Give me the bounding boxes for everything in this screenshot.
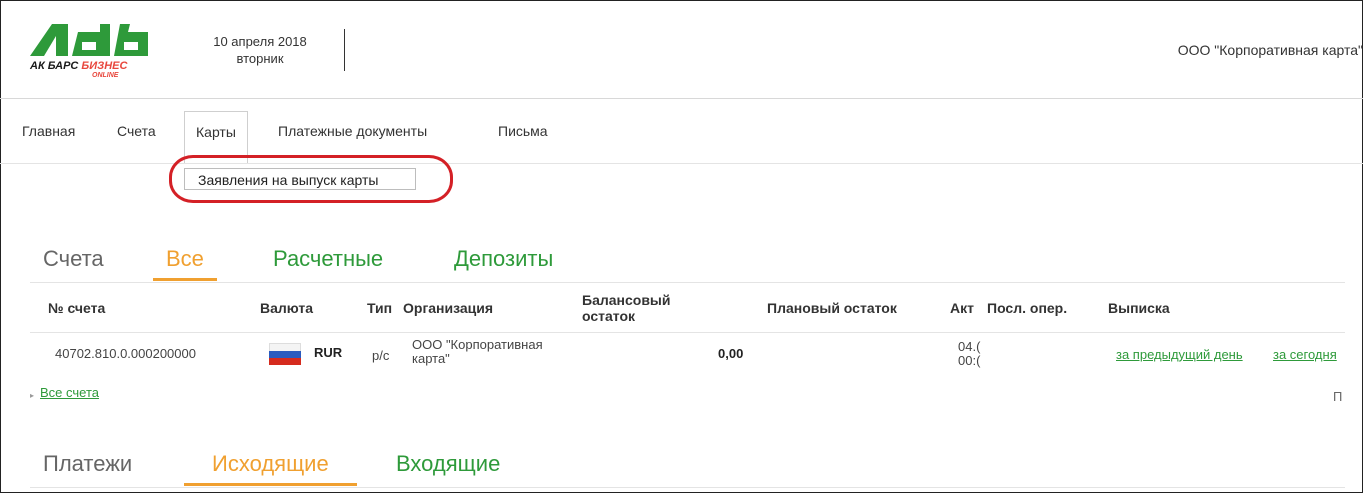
nav-item-home[interactable]: Главная bbox=[22, 123, 75, 139]
currency-code: RUR bbox=[314, 345, 343, 360]
table-header-divider bbox=[30, 332, 1345, 333]
all-accounts-link[interactable]: Все счета bbox=[40, 386, 99, 400]
col-header-type[interactable]: Тип bbox=[367, 300, 399, 316]
russia-flag-icon bbox=[269, 343, 301, 365]
col-header-organization[interactable]: Организация bbox=[403, 300, 493, 316]
col-header-statement[interactable]: Выписка bbox=[1108, 300, 1170, 316]
tab-deposits[interactable]: Депозиты bbox=[454, 246, 553, 272]
act-date: 04.( bbox=[958, 339, 981, 354]
tab-incoming[interactable]: Входящие bbox=[396, 451, 500, 477]
tab-all[interactable]: Все bbox=[153, 246, 217, 281]
tab-outgoing[interactable]: Исходящие bbox=[184, 451, 357, 486]
accounts-section-title: Счета bbox=[43, 246, 104, 271]
account-number[interactable]: 40702.810.0.000200000 bbox=[55, 347, 196, 361]
accounts-tabs: Счета Все Расчетные Депозиты bbox=[30, 246, 1345, 283]
date-block: 10 апреля 2018 вторник bbox=[195, 33, 325, 67]
act-time: 00:( bbox=[958, 353, 981, 368]
current-weekday: вторник bbox=[236, 51, 284, 66]
header-divider bbox=[344, 29, 345, 71]
nav-item-payment-documents[interactable]: Платежные документы bbox=[278, 123, 427, 139]
bullet-icon: ▸ bbox=[30, 391, 35, 400]
col-header-currency[interactable]: Валюта bbox=[260, 300, 313, 316]
current-date: 10 апреля 2018 bbox=[213, 34, 307, 49]
bank-logo[interactable]: АК БАРС БИЗНЕС ONLINE bbox=[30, 22, 150, 92]
menu-item-card-issue-applications[interactable]: Заявления на выпуск карты bbox=[184, 168, 416, 190]
logo-mark-icon bbox=[30, 24, 148, 56]
col-header-act[interactable]: Акт bbox=[950, 300, 974, 316]
main-nav: Главная Счета Карты Платежные документы … bbox=[0, 99, 1363, 164]
right-edge-marker: П bbox=[1333, 389, 1343, 404]
header: АК БАРС БИЗНЕС ONLINE 10 апреля 2018 вто… bbox=[0, 0, 1363, 99]
col-header-account-number[interactable]: № счета bbox=[48, 300, 105, 316]
payments-tabs: Платежи Исходящие Входящие bbox=[30, 451, 1345, 488]
col-header-balance[interactable]: Балансовый остаток bbox=[582, 292, 712, 324]
logo-subtitle: ONLINE bbox=[92, 72, 119, 79]
statement-today-link[interactable]: за сегодня bbox=[1273, 348, 1345, 362]
nav-item-cards[interactable]: Карты bbox=[184, 111, 248, 163]
organization-cell: ООО "Корпоративная карта" bbox=[412, 337, 543, 366]
nav-item-accounts[interactable]: Счета bbox=[117, 123, 156, 139]
col-header-planned-balance[interactable]: Плановый остаток bbox=[767, 300, 897, 316]
tab-settlement[interactable]: Расчетные bbox=[273, 246, 383, 272]
col-header-last-operation[interactable]: Посл. опер. bbox=[987, 300, 1067, 316]
organization-name[interactable]: ООО "Корпоративная карта" bbox=[1178, 42, 1363, 58]
account-type: р/с bbox=[372, 348, 390, 363]
logo-name: АК БАРС БИЗНЕС bbox=[30, 60, 128, 72]
nav-item-letters[interactable]: Письма bbox=[498, 123, 548, 139]
payments-section-title: Платежи bbox=[43, 451, 133, 476]
statement-previous-day-link[interactable]: за предыдущий день bbox=[1116, 348, 1243, 362]
balance-value: 0,00 bbox=[718, 346, 744, 361]
